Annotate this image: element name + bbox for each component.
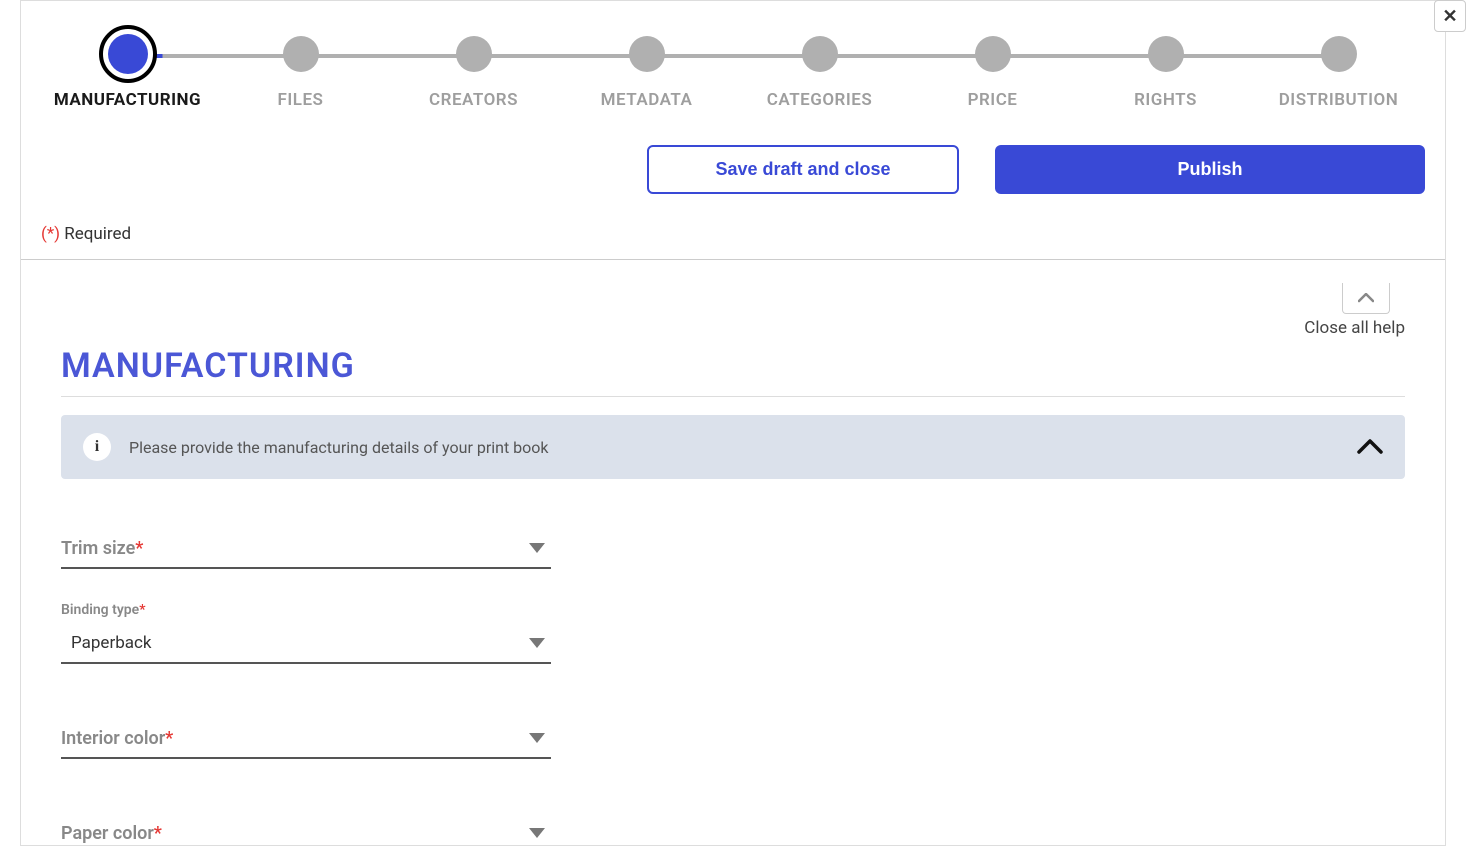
field-value: Paperback (61, 633, 529, 653)
step-categories[interactable]: CATEGORIES (733, 36, 906, 110)
step-files[interactable]: FILES (214, 36, 387, 110)
step-dot-icon (283, 36, 319, 72)
close-all-help-link[interactable]: Close all help (61, 318, 1405, 338)
step-dot-icon (802, 36, 838, 72)
modal-frame: MANUFACTURING FILES CREATORS METADATA (20, 0, 1446, 846)
required-legend: (*) Required (41, 224, 1425, 244)
chevron-up-icon (1358, 293, 1374, 303)
content-inner: Close all help MANUFACTURING i Please pr… (21, 283, 1445, 845)
action-button-row: Save draft and close Publish (41, 145, 1425, 194)
paper-color-select[interactable]: Paper color* (61, 814, 551, 845)
step-dot-icon (975, 36, 1011, 72)
step-dot-icon (1321, 36, 1357, 72)
step-label: DISTRIBUTION (1279, 90, 1399, 110)
required-marker: (*) (41, 224, 60, 244)
required-star-icon: * (154, 823, 162, 844)
required-star-icon: * (135, 538, 143, 559)
chevron-up-icon (1357, 433, 1383, 461)
step-label: RIGHTS (1134, 90, 1197, 110)
chevron-down-icon (529, 638, 545, 648)
step-dot-icon (629, 36, 665, 72)
required-star-icon: * (165, 728, 173, 749)
required-text: Required (60, 224, 131, 244)
chevron-down-icon (529, 733, 545, 743)
step-label: CATEGORIES (767, 90, 872, 110)
step-price[interactable]: PRICE (906, 36, 1079, 110)
save-draft-button[interactable]: Save draft and close (647, 145, 959, 194)
info-icon: i (83, 433, 111, 461)
step-label: MANUFACTURING (54, 90, 201, 110)
step-metadata[interactable]: METADATA (560, 36, 733, 110)
step-distribution[interactable]: DISTRIBUTION (1252, 36, 1425, 110)
field-label: Paper color* (61, 823, 529, 844)
step-label: METADATA (601, 90, 693, 110)
info-banner-text: Please provide the manufacturing details… (129, 438, 1339, 457)
manufacturing-form: Trim size* Binding type* Paperback Inter… (61, 529, 551, 845)
collapse-panel-toggle[interactable] (1342, 283, 1390, 314)
step-dot-icon (1148, 36, 1184, 72)
close-modal-button[interactable]: ✕ (1434, 0, 1466, 32)
field-label: Binding type* (61, 602, 146, 618)
step-creators[interactable]: CREATORS (387, 36, 560, 110)
binding-type-select[interactable]: Binding type* Paperback (61, 624, 551, 664)
step-manufacturing[interactable]: MANUFACTURING (41, 36, 214, 110)
step-dot-icon (456, 36, 492, 72)
step-rights[interactable]: RIGHTS (1079, 36, 1252, 110)
step-label: FILES (278, 90, 324, 110)
required-star-icon: * (139, 602, 145, 618)
section-title: MANUFACTURING (61, 346, 1405, 397)
wizard-header: MANUFACTURING FILES CREATORS METADATA (21, 1, 1445, 260)
chevron-down-icon (529, 543, 545, 553)
close-icon: ✕ (1442, 6, 1457, 27)
step-label: PRICE (968, 90, 1018, 110)
step-label: CREATORS (429, 90, 518, 110)
field-label: Interior color* (61, 728, 529, 749)
publish-button[interactable]: Publish (995, 145, 1425, 194)
chevron-down-icon (529, 828, 545, 838)
trim-size-select[interactable]: Trim size* (61, 529, 551, 569)
stepper: MANUFACTURING FILES CREATORS METADATA (41, 36, 1425, 110)
field-label: Trim size* (61, 538, 529, 559)
info-banner[interactable]: i Please provide the manufacturing detai… (61, 415, 1405, 479)
content-scroll-area[interactable]: Close all help MANUFACTURING i Please pr… (21, 283, 1445, 845)
interior-color-select[interactable]: Interior color* (61, 719, 551, 759)
step-dot-icon (108, 34, 148, 74)
